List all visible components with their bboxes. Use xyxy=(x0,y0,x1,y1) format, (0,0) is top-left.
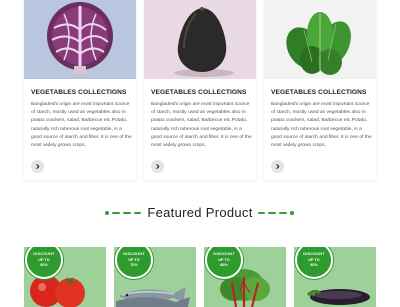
featured-heading: Featured Product xyxy=(0,201,400,225)
card-title: VEGETABLES COLLECTIONS xyxy=(151,89,247,96)
section-title: Featured Product xyxy=(147,205,253,220)
card-description: Bangladeshi origin are most important so… xyxy=(151,102,252,149)
product-tile[interactable]: DISCOUNT UP TO 60% xyxy=(24,247,106,307)
product-tile[interactable]: DISCOUNT UP TO 40% xyxy=(294,247,376,307)
badge-label: DISCOUNT xyxy=(303,252,325,256)
dashed-line-ornament-icon xyxy=(258,211,294,215)
card-description: Bangladeshi origin are most important so… xyxy=(271,102,372,149)
card-title: VEGETABLES COLLECTIONS xyxy=(31,89,127,96)
badge-upto: UP TO xyxy=(308,258,320,262)
card-next-button[interactable] xyxy=(151,160,164,173)
product-tile[interactable]: DISCOUNT UP TO 70% xyxy=(114,247,196,307)
collection-card: VEGETABLES COLLECTIONS Bangladeshi origi… xyxy=(264,0,376,180)
badge-percent: 60% xyxy=(40,263,48,267)
badge-percent: 40% xyxy=(310,263,318,267)
red-cabbage-image xyxy=(24,0,136,79)
card-description: Bangladeshi origin are most important so… xyxy=(31,102,132,149)
collection-card: VEGETABLES COLLECTIONS Bangladeshi origi… xyxy=(144,0,256,180)
badge-label: DISCOUNT xyxy=(213,252,235,256)
product-tile[interactable]: DISCOUNT UP TO 80% xyxy=(204,247,286,307)
badge-percent: 80% xyxy=(220,263,228,267)
badge-upto: UP TO xyxy=(128,258,140,262)
chevron-right-icon xyxy=(276,163,280,170)
avocado-image xyxy=(144,0,256,79)
badge-percent: 70% xyxy=(130,263,138,267)
collection-card: VEGETABLES COLLECTIONS Bangladeshi origi… xyxy=(24,0,136,180)
badge-upto: UP TO xyxy=(38,258,50,262)
badge-label: DISCOUNT xyxy=(123,252,145,256)
badge-label: DISCOUNT xyxy=(33,252,55,256)
spinach-image xyxy=(264,0,376,79)
card-title: VEGETABLES COLLECTIONS xyxy=(271,89,367,96)
badge-upto: UP TO xyxy=(218,258,230,262)
chevron-right-icon xyxy=(156,163,160,170)
card-next-button[interactable] xyxy=(31,160,44,173)
card-next-button[interactable] xyxy=(271,160,284,173)
chevron-right-icon xyxy=(36,163,40,170)
collections-row: VEGETABLES COLLECTIONS Bangladeshi origi… xyxy=(24,0,376,180)
featured-products-row: DISCOUNT UP TO 60% DISCOUNT UP TO 70% DI… xyxy=(24,247,376,307)
